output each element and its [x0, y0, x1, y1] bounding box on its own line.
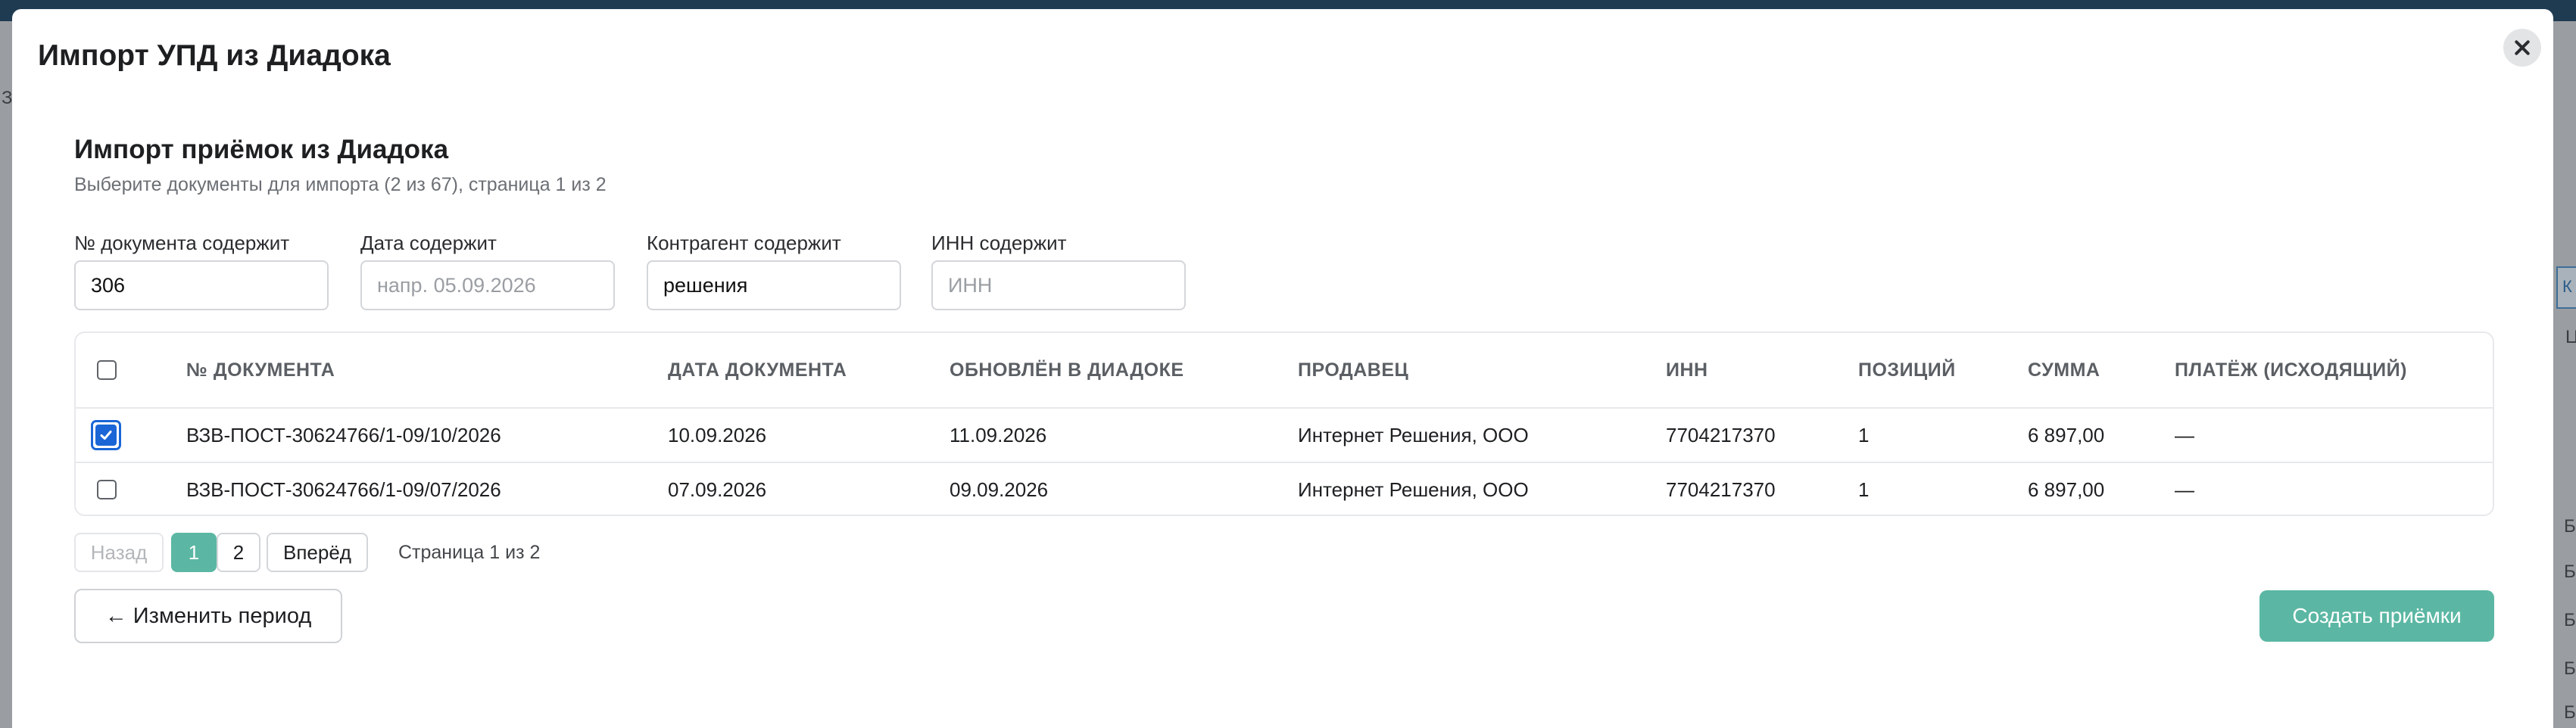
- background-text-fragment: Ц: [2565, 327, 2576, 347]
- row-checkbox[interactable]: [97, 480, 117, 499]
- column-header[interactable]: ДАТА ДОКУМЕНТА: [668, 333, 847, 407]
- close-button[interactable]: [2503, 29, 2541, 67]
- doc-number-filter-label: № документа содержит: [74, 232, 290, 254]
- payment-cell: —: [2175, 478, 2194, 501]
- column-header[interactable]: ПОЗИЦИЙ: [1858, 333, 1956, 407]
- date-filter-label: Дата содержит: [360, 232, 497, 254]
- column-header[interactable]: № ДОКУМЕНТА: [186, 333, 335, 407]
- background-left-strip: [0, 21, 12, 728]
- section-subtitle: Выберите документы для импорта (2 из 67)…: [74, 174, 607, 195]
- section-title: Импорт приёмок из Диадока: [74, 135, 449, 164]
- counterparty-filter-input[interactable]: [647, 260, 901, 310]
- positions-cell: 1: [1858, 478, 1870, 501]
- background-tab-label: К: [2562, 277, 2572, 296]
- checkmark-box: [95, 425, 117, 446]
- inn-filter-label: ИНН содержит: [931, 232, 1067, 254]
- column-header[interactable]: ПЛАТЁЖ (ИСХОДЯЩИЙ): [2175, 333, 2407, 407]
- background-text-fragment: Б: [2564, 658, 2576, 679]
- doc-number-cell: ВЗВ-ПОСТ-30624766/1-09/10/2026: [186, 423, 501, 446]
- modal-title: Импорт УПД из Диадока: [38, 39, 391, 72]
- row-checkbox-checked[interactable]: [91, 420, 121, 450]
- pagination-page-1[interactable]: 1: [171, 533, 217, 572]
- positions-cell: 1: [1858, 423, 1870, 446]
- checkmark-icon: [100, 431, 112, 440]
- date-filter-input[interactable]: [360, 260, 615, 310]
- inn-cell: 7704217370: [1666, 478, 1776, 501]
- doc-number-cell: ВЗВ-ПОСТ-30624766/1-09/07/2026: [186, 478, 501, 501]
- inn-filter-input[interactable]: [931, 260, 1186, 310]
- pagination-page-2[interactable]: 2: [217, 533, 260, 572]
- inn-cell: 7704217370: [1666, 423, 1776, 446]
- column-header[interactable]: ОБНОВЛЁН В ДИАДОКЕ: [950, 333, 1184, 407]
- table-row[interactable]: ВЗВ-ПОСТ-30624766/1-09/10/2026 10.09.202…: [76, 407, 2493, 462]
- pagination-next-button[interactable]: Вперёд: [267, 533, 368, 572]
- pagination-prev-button[interactable]: Назад: [74, 533, 164, 572]
- doc-date-cell: 07.09.2026: [668, 478, 767, 501]
- change-period-button[interactable]: ← Изменить период: [74, 589, 342, 643]
- import-modal: Импорт УПД из Диадока Импорт приёмок из …: [12, 9, 2553, 728]
- background-tab: К: [2556, 266, 2576, 309]
- table-row[interactable]: ВЗВ-ПОСТ-30624766/1-09/07/2026 07.09.202…: [76, 462, 2493, 515]
- select-all-cell: [97, 333, 117, 407]
- sum-cell: 6 897,00: [2028, 478, 2105, 501]
- background-text-fragment: Б: [2564, 516, 2576, 537]
- table-header-row: № ДОКУМЕНТА ДАТА ДОКУМЕНТА ОБНОВЛЁН В ДИ…: [76, 333, 2493, 407]
- background-text-fragment: З: [2, 88, 13, 108]
- pagination-info: Страница 1 из 2: [398, 542, 541, 563]
- doc-number-filter-input[interactable]: [74, 260, 329, 310]
- sum-cell: 6 897,00: [2028, 423, 2105, 446]
- background-text-fragment: Б: [2564, 562, 2576, 582]
- column-header[interactable]: СУММА: [2028, 333, 2100, 407]
- close-icon: [2515, 40, 2530, 55]
- create-receipts-button[interactable]: Создать приёмки: [2259, 590, 2494, 642]
- payment-cell: —: [2175, 423, 2194, 446]
- column-header[interactable]: ПРОДАВЕЦ: [1298, 333, 1408, 407]
- select-all-checkbox[interactable]: [97, 360, 117, 380]
- updated-cell: 09.09.2026: [950, 478, 1049, 501]
- doc-date-cell: 10.09.2026: [668, 423, 767, 446]
- background-text-fragment: Б: [2564, 610, 2576, 630]
- seller-cell: Интернет Решения, ООО: [1298, 423, 1529, 446]
- column-header[interactable]: ИНН: [1666, 333, 1708, 407]
- row-select-cell: [91, 409, 121, 462]
- documents-table: № ДОКУМЕНТА ДАТА ДОКУМЕНТА ОБНОВЛЁН В ДИ…: [74, 331, 2494, 516]
- seller-cell: Интернет Решения, ООО: [1298, 478, 1529, 501]
- row-select-cell: [97, 463, 117, 515]
- updated-cell: 11.09.2026: [950, 423, 1047, 446]
- counterparty-filter-label: Контрагент содержит: [647, 232, 841, 254]
- background-text-fragment: Б: [2564, 702, 2576, 723]
